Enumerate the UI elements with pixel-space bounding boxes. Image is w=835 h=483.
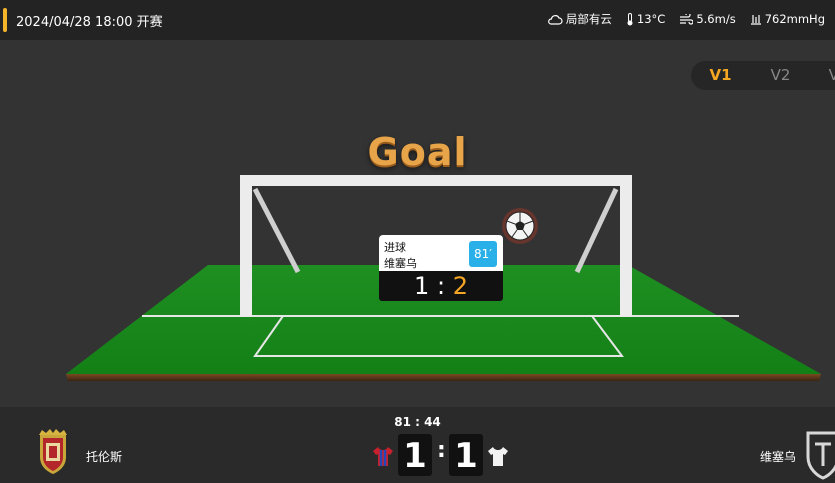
pitch-scene [66,175,821,381]
home-kit-icon [373,447,393,466]
event-type: 进球 [384,241,406,254]
cloud-icon [548,14,563,25]
event-card-info: 进球 维塞乌 81′ [379,235,503,271]
home-team-crest-icon [39,429,67,474]
kickoff-time: 2024/04/28 18:00 开赛 [16,15,163,30]
weather-sky: 局部有云 [547,11,612,27]
away-team-name[interactable]: 维塞乌 [760,448,796,465]
away-team-crest-icon [806,431,835,480]
goal-back-post-right [574,187,619,274]
accent-bar [3,8,7,32]
football-icon [505,211,535,241]
home-team-name[interactable]: 托伦斯 [86,448,122,465]
goal-post-right [620,175,632,317]
thermometer-icon [627,12,633,25]
home-score: 1 [398,434,432,476]
weather-pressure: 762mmHg [750,12,825,26]
view-switcher: V1 V2 V3 [691,61,835,90]
away-score: 1 [449,434,483,476]
weather-wind-text: 5.6m/s [696,12,736,26]
event-score-home: 1 [414,272,430,300]
wind-icon [680,13,694,25]
pressure-icon [750,14,761,25]
weather-pressure-text: 762mmHg [764,12,825,26]
goal-banner: Goal [367,130,468,174]
away-kit-icon [488,447,508,466]
event-score: 1 : 2 [379,271,503,301]
event-score-sep: : [436,272,446,300]
weather-bar: 局部有云 13°C 5.6m/s 762mmHg [547,11,825,27]
tab-v3[interactable]: V3 [811,61,835,90]
event-card: 进球 维塞乌 81′ 1 : 2 [379,235,503,305]
event-team: 维塞乌 [384,257,417,270]
goal-crossbar [240,175,632,186]
match-clock: 81 : 44 [394,415,441,429]
pitch-soil [66,374,821,381]
tab-v2[interactable]: V2 [753,61,808,90]
weather-wind: 5.6m/s [679,12,736,26]
goal-post-left [240,175,252,317]
tab-v1[interactable]: V1 [693,61,748,90]
weather-temp-text: 13°C [636,12,666,26]
weather-temp: 13°C [626,12,665,26]
event-score-away: 2 [452,272,468,300]
score-separator: : [437,438,446,463]
weather-sky-text: 局部有云 [565,12,612,26]
event-minute-badge: 81′ [469,241,497,267]
match-header: 2024/04/28 18:00 开赛 局部有云 13°C 5.6m/s 762… [0,0,835,40]
goal-back-post-left [252,187,301,274]
